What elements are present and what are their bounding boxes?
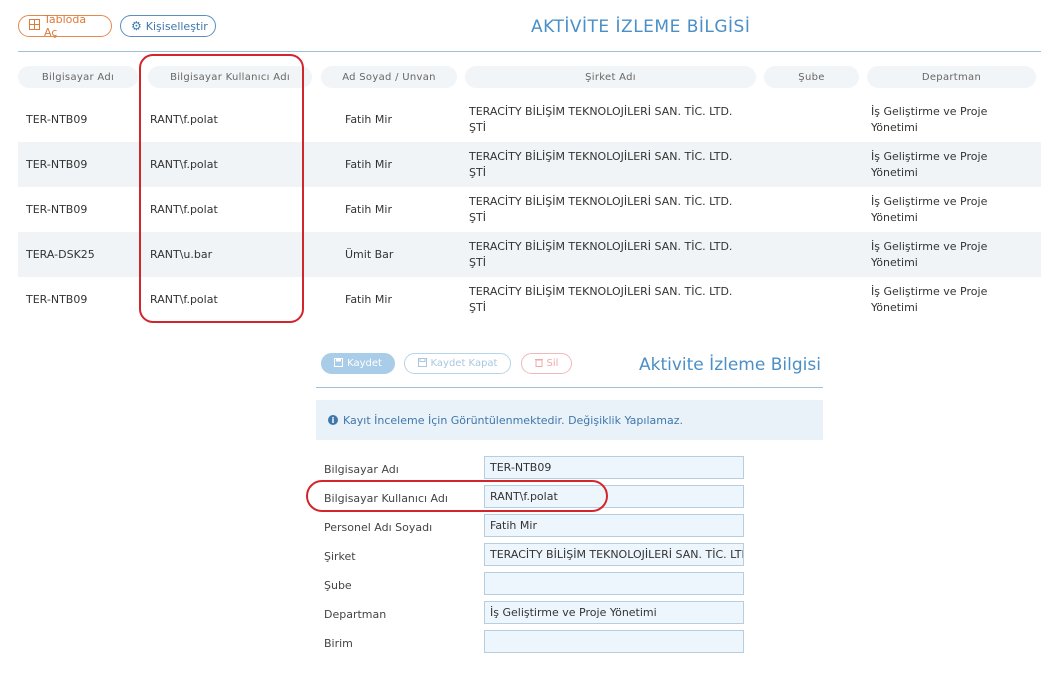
cell-department: İş Geliştirme ve Proje Yönetimi [871, 284, 988, 314]
cell-company: TERACİTY BİLİŞİM TEKNOLOJİLERİ SAN. TİC.… [469, 239, 733, 269]
unit-field[interactable] [484, 630, 744, 653]
column-header-department[interactable]: Departman [867, 66, 1036, 88]
save-icon [334, 357, 344, 370]
customize-label: Kişiselleştir [145, 19, 208, 33]
field-label-branch: Şube [324, 579, 352, 592]
table-row[interactable]: TER-NTB09 RANT\f.polat Fatih Mir TERACİT… [18, 97, 1041, 142]
column-header-company[interactable]: Şirket Adı [465, 66, 756, 88]
readonly-info-box: i Kayıt İnceleme İçin Görüntülenmektedir… [316, 400, 823, 440]
table-row[interactable]: TER-NTB09 RANT\f.polat Fatih Mir TERACİT… [18, 187, 1041, 232]
column-header-computer-name[interactable]: Bilgisayar Adı [18, 66, 138, 88]
cell-company: TERACİTY BİLİŞİM TEKNOLOJİLERİ SAN. TİC.… [469, 104, 733, 134]
save-button[interactable]: Kaydet [321, 353, 395, 374]
delete-button[interactable]: Sil [521, 353, 572, 374]
field-label-computer-user: Bilgisayar Kullanıcı Adı [324, 492, 448, 505]
gear-icon: ⚙ [131, 19, 142, 33]
table-row[interactable]: TER-NTB09 RANT\f.polat Fatih Mir TERACİT… [18, 277, 1041, 314]
save-close-icon [417, 357, 427, 370]
field-label-personnel-name: Personel Adı Soyadı [324, 521, 433, 534]
open-in-table-button[interactable]: Tabloda Aç [18, 13, 112, 39]
cell-computer-name: TER-NTB09 [26, 157, 88, 171]
cell-company: TERACİTY BİLİŞİM TEKNOLOJİLERİ SAN. TİC.… [469, 284, 733, 314]
cell-department: İş Geliştirme ve Proje Yönetimi [871, 149, 988, 179]
customize-button[interactable]: ⚙ Kişiselleştir [120, 15, 216, 37]
cell-name: Ümit Bar [345, 247, 394, 261]
cell-name: Fatih Mir [345, 292, 392, 306]
save-close-label: Kaydet Kapat [430, 358, 498, 369]
cell-department: İş Geliştirme ve Proje Yönetimi [871, 194, 988, 224]
table-row[interactable]: TER-NTB09 RANT\f.polat Fatih Mir TERACİT… [18, 142, 1041, 187]
column-header-name-title[interactable]: Ad Soyad / Unvan [321, 66, 457, 88]
cell-name: Fatih Mir [345, 202, 392, 216]
grid-icon [29, 19, 40, 33]
readonly-info-text: Kayıt İnceleme İçin Görüntülenmektedir. … [343, 413, 683, 427]
field-label-company: Şirket [324, 550, 356, 563]
company-field[interactable]: TERACİTY BİLİŞİM TEKNOLOJİLERİ SAN. TİC.… [484, 543, 744, 566]
delete-label: Sil [546, 358, 559, 369]
form-title: Aktivite İzleme Bilgisi [639, 355, 821, 375]
cell-computer-user: RANT\f.polat [150, 112, 218, 126]
form-title-divider [316, 387, 823, 388]
field-label-computer-name: Bilgisayar Adı [324, 463, 399, 476]
cell-computer-user: RANT\f.polat [150, 292, 218, 306]
save-close-button[interactable]: Kaydet Kapat [404, 353, 511, 374]
cell-computer-name: TER-NTB09 [26, 202, 88, 216]
cell-department: İş Geliştirme ve Proje Yönetimi [871, 104, 988, 134]
title-divider [18, 51, 1041, 52]
computer-user-field[interactable]: RANT\f.polat [484, 485, 744, 508]
cell-company: TERACİTY BİLİŞİM TEKNOLOJİLERİ SAN. TİC.… [469, 194, 733, 224]
table-row[interactable]: TERA-DSK25 RANT\u.bar Ümit Bar TERACİTY … [18, 232, 1041, 277]
cell-computer-name: TER-NTB09 [26, 112, 88, 126]
trash-icon [534, 358, 543, 370]
field-label-unit: Birim [324, 637, 353, 650]
cell-name: Fatih Mir [345, 112, 392, 126]
cell-company: TERACİTY BİLİŞİM TEKNOLOJİLERİ SAN. TİC.… [469, 149, 733, 179]
cell-name: Fatih Mir [345, 157, 392, 171]
cell-department: İş Geliştirme ve Proje Yönetimi [871, 239, 988, 269]
computer-name-field[interactable]: TER-NTB09 [484, 456, 744, 479]
cell-computer-user: RANT\f.polat [150, 157, 218, 171]
save-label: Kaydet [347, 358, 382, 369]
cell-computer-name: TER-NTB09 [26, 292, 88, 306]
department-field[interactable]: İş Geliştirme ve Proje Yönetimi [484, 601, 744, 624]
open-in-table-label: Tabloda Aç [44, 13, 87, 39]
field-label-department: Departman [324, 608, 387, 621]
column-header-computer-user[interactable]: Bilgisayar Kullanıcı Adı [148, 66, 312, 88]
page-title: AKTİVİTE İZLEME BİLGİSİ [531, 17, 751, 37]
cell-computer-name: TERA-DSK25 [26, 247, 95, 261]
personnel-name-field[interactable]: Fatih Mir [484, 514, 744, 537]
cell-computer-user: RANT\u.bar [150, 247, 213, 261]
branch-field[interactable] [484, 572, 744, 595]
cell-computer-user: RANT\f.polat [150, 202, 218, 216]
info-icon: i [328, 415, 338, 425]
column-header-branch[interactable]: Şube [764, 66, 859, 88]
activity-grid: TER-NTB09 RANT\f.polat Fatih Mir TERACİT… [18, 97, 1041, 313]
